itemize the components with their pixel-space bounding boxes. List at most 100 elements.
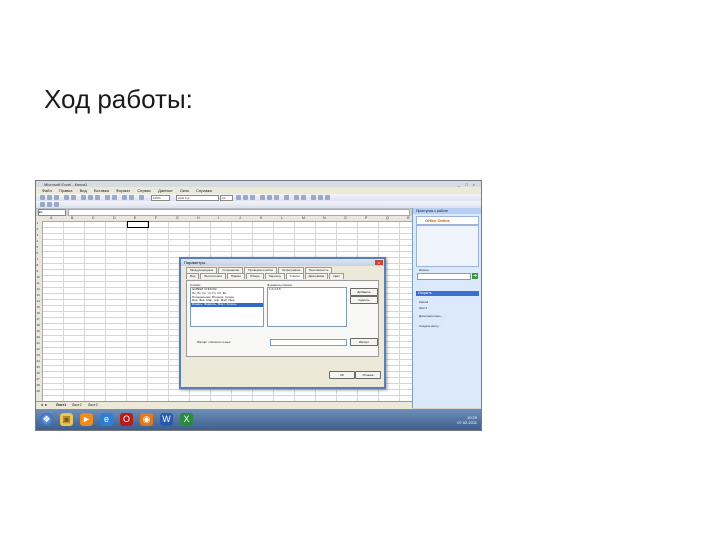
row-header[interactable]: 17 <box>37 317 40 321</box>
underline-icon[interactable] <box>250 195 255 200</box>
word-icon[interactable]: W <box>160 413 173 426</box>
cancel-button[interactable]: Отмена <box>355 371 381 379</box>
column-header[interactable]: P <box>365 216 367 220</box>
excel-icon[interactable]: X <box>180 413 193 426</box>
row-header[interactable]: 19 <box>37 329 40 333</box>
row-header[interactable]: 1 <box>37 221 39 225</box>
row-header[interactable]: 20 <box>37 335 40 339</box>
column-header[interactable]: J <box>239 216 241 220</box>
column-header[interactable]: E <box>134 216 136 220</box>
formula-bar[interactable] <box>68 209 410 216</box>
undo-icon[interactable] <box>105 195 110 200</box>
sum-icon[interactable] <box>122 195 127 200</box>
row-header[interactable]: 15 <box>37 305 40 309</box>
ie-icon[interactable]: e <box>100 413 113 426</box>
column-header[interactable]: D <box>113 216 116 220</box>
sheet-nav-arrows[interactable]: ◄ ► <box>40 403 48 407</box>
menu-item-help[interactable]: Справка <box>196 188 212 193</box>
column-header[interactable]: N <box>323 216 326 220</box>
tab-custom-lists[interactable]: Списки <box>285 273 304 279</box>
row-header[interactable]: 16 <box>37 311 40 315</box>
column-header[interactable]: R <box>407 216 410 220</box>
tab-edit[interactable]: Правка <box>226 273 245 279</box>
menu-item-insert[interactable]: Вставка <box>94 188 109 193</box>
row-header[interactable]: 13 <box>37 293 40 297</box>
comma-icon[interactable] <box>301 195 306 200</box>
menu-item-file[interactable]: Файл <box>42 188 52 193</box>
tab-general[interactable]: Общие <box>245 273 264 279</box>
sheet-tab-2[interactable]: Лист2 <box>72 403 82 407</box>
column-header[interactable]: C <box>92 216 95 220</box>
align-right-icon[interactable] <box>274 195 279 200</box>
column-header[interactable]: B <box>71 216 73 220</box>
row-header[interactable]: 3 <box>37 233 39 237</box>
media-player-icon[interactable]: ► <box>80 413 93 426</box>
column-header[interactable]: K <box>260 216 262 220</box>
column-header[interactable]: L <box>281 216 283 220</box>
row-header[interactable]: 5 <box>37 245 39 249</box>
menu-item-tools[interactable]: Сервис <box>137 188 151 193</box>
row-header[interactable]: 21 <box>37 341 40 345</box>
new-icon[interactable] <box>40 195 45 200</box>
save-icon[interactable] <box>54 195 59 200</box>
row-header[interactable]: 11 <box>37 281 40 285</box>
row-header[interactable]: 10 <box>37 275 40 279</box>
more-files-link[interactable]: Дополнительно... <box>419 314 443 318</box>
menu-item-format[interactable]: Формат <box>116 188 130 193</box>
list-items-textarea[interactable]: 1;2;3;4;5 <box>267 287 347 327</box>
open-icon[interactable] <box>47 195 52 200</box>
firefox-icon[interactable]: ◉ <box>140 413 153 426</box>
print-icon[interactable] <box>64 195 69 200</box>
menu-item-view[interactable]: Вид <box>80 188 87 193</box>
active-cell[interactable] <box>127 221 149 228</box>
import-range-input[interactable] <box>270 339 347 346</box>
tab-view[interactable]: Вид <box>186 273 200 279</box>
paste-icon[interactable] <box>95 195 100 200</box>
cut-icon[interactable] <box>81 195 86 200</box>
row-header[interactable]: 2 <box>37 227 39 231</box>
row-header[interactable]: 8 <box>37 263 39 267</box>
ok-button[interactable]: ОК <box>329 371 355 379</box>
sheet-tab-3[interactable]: Лист3 <box>88 403 98 407</box>
column-header[interactable]: Q <box>386 216 389 220</box>
recent-file-link[interactable]: Лист1 <box>419 306 427 310</box>
start-icon[interactable]: ❖ <box>40 413 53 426</box>
align-center-icon[interactable] <box>267 195 272 200</box>
add-button[interactable]: Добавить <box>350 288 378 296</box>
import-button[interactable]: Импорт <box>350 338 378 346</box>
column-header[interactable]: O <box>344 216 347 220</box>
menu-item-edit[interactable]: Правка <box>59 188 73 193</box>
row-header[interactable]: 12 <box>37 287 40 291</box>
draw-icon[interactable] <box>40 202 45 207</box>
column-header[interactable]: H <box>197 216 200 220</box>
search-go-icon[interactable]: ➜ <box>472 273 478 279</box>
sheet-tab-1[interactable]: Лист1 <box>56 403 66 407</box>
row-header[interactable]: 22 <box>37 347 40 351</box>
delete-button[interactable]: Удалить <box>350 296 378 304</box>
tab-transition[interactable]: Переход <box>264 273 285 279</box>
font-color-icon[interactable] <box>325 195 330 200</box>
opera-icon[interactable]: O <box>120 413 133 426</box>
chart-icon[interactable] <box>139 195 144 200</box>
fill-color-icon[interactable] <box>318 195 323 200</box>
folder-icon[interactable]: ▣ <box>60 413 73 426</box>
row-header[interactable]: 6 <box>37 251 39 255</box>
tab-calculation[interactable]: Вычисления <box>200 273 226 279</box>
copy-icon[interactable] <box>88 195 93 200</box>
preview-icon[interactable] <box>71 195 76 200</box>
create-workbook-link[interactable]: Создать книгу... <box>419 324 441 328</box>
row-header[interactable]: 28 <box>37 383 40 387</box>
tab-color[interactable]: Цвет <box>329 273 344 279</box>
menu-item-window[interactable]: Окно <box>180 188 189 193</box>
custom-lists-listbox[interactable]: НОВЫЙ СПИСОК Пн, Вт, Ср, Чт, Пт, Сб, Вс … <box>190 287 264 327</box>
row-header[interactable]: 4 <box>37 239 39 243</box>
column-header[interactable]: A <box>50 216 52 220</box>
shapes-icon[interactable] <box>54 202 59 207</box>
column-header[interactable]: I <box>218 216 219 220</box>
column-header[interactable]: G <box>176 216 179 220</box>
row-header[interactable]: 25 <box>37 365 40 369</box>
system-clock[interactable]: 10:29 07.02.2011 <box>457 415 477 425</box>
row-header[interactable]: 27 <box>37 377 40 381</box>
tab-chart[interactable]: Диаграмма <box>304 273 329 279</box>
row-header[interactable]: 29 <box>37 389 40 393</box>
